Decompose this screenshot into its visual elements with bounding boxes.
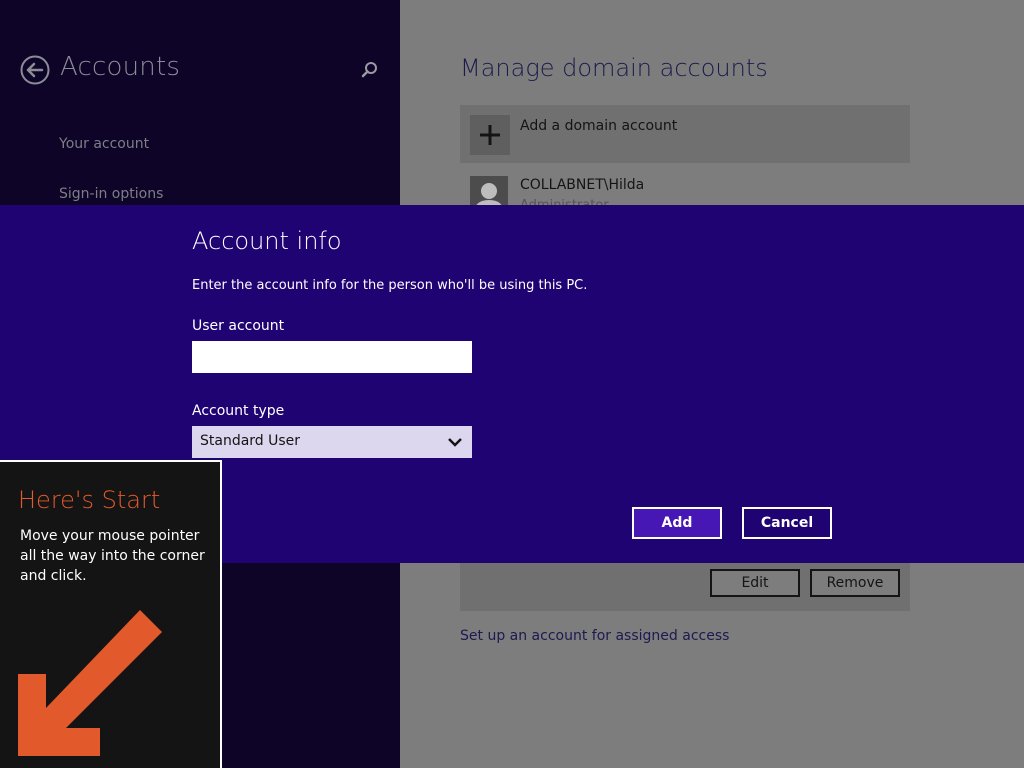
add-domain-account-button[interactable]: Add a domain account — [460, 105, 910, 163]
dialog-title: Account info — [192, 227, 342, 255]
account-actions-bar: Edit Remove — [460, 563, 910, 611]
back-button[interactable] — [20, 55, 50, 85]
remove-button[interactable]: Remove — [810, 569, 900, 597]
plus-icon — [480, 125, 500, 145]
account-type-select[interactable]: Standard User — [192, 426, 472, 458]
nav-item-sign-in-options[interactable]: Sign-in options — [59, 186, 163, 202]
assigned-access-link[interactable]: Set up an account for assigned access — [460, 628, 729, 644]
user-account-label: User account — [192, 318, 285, 334]
search-button[interactable] — [360, 60, 380, 80]
nav-item-your-account[interactable]: Your account — [59, 136, 149, 152]
tip-title: Here's Start — [18, 486, 161, 514]
start-tip-panel: Here's Start Move your mouse pointer all… — [0, 460, 222, 768]
search-icon — [361, 62, 377, 78]
account-type-value: Standard User — [200, 433, 301, 449]
account-name: COLLABNET\Hilda — [520, 177, 645, 193]
account-type-label: Account type — [192, 403, 285, 419]
arrow-down-left-icon — [18, 610, 162, 756]
cancel-button[interactable]: Cancel — [742, 507, 832, 539]
dialog-description: Enter the account info for the person wh… — [192, 278, 588, 293]
back-arrow-icon — [20, 55, 50, 85]
add-button[interactable]: Add — [632, 507, 722, 539]
account-list-item[interactable]: COLLABNET\Hilda Administrator — [460, 170, 910, 214]
add-domain-account-label: Add a domain account — [520, 118, 678, 134]
user-account-input[interactable] — [192, 341, 472, 373]
pane-title: Accounts — [60, 52, 181, 82]
tip-body: Move your mouse pointer all the way into… — [20, 528, 205, 584]
chevron-down-icon — [448, 438, 462, 447]
edit-button[interactable]: Edit — [710, 569, 800, 597]
plus-icon-box — [470, 115, 510, 155]
page-title: Manage domain accounts — [460, 54, 768, 82]
